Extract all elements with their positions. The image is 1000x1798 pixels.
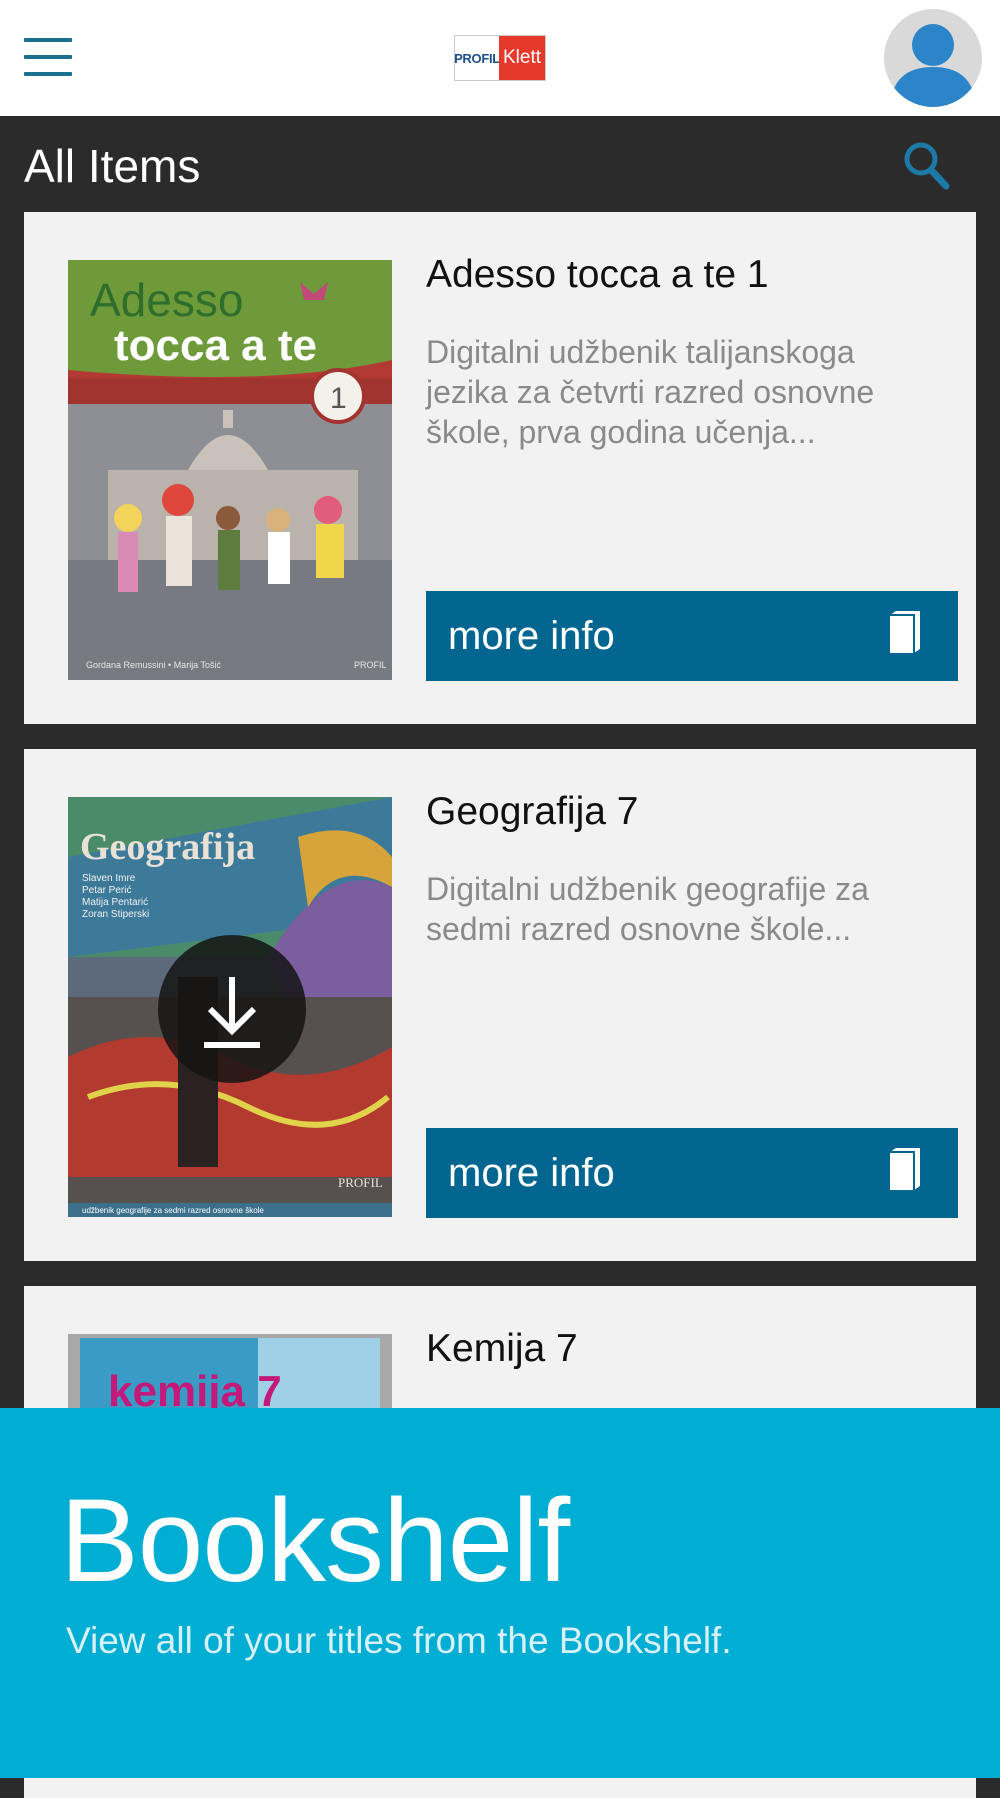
book-cover-image[interactable]: Adesso tocca a te 1 Gordana Remussini • … xyxy=(68,260,392,680)
top-app-bar: PROFIL Klett xyxy=(0,0,1000,116)
cover-title-line2: tocca a te xyxy=(114,321,317,370)
list-item[interactable]: Adesso tocca a te 1 Gordana Remussini • … xyxy=(24,212,976,724)
book-icon xyxy=(886,1148,920,1192)
cover-publisher: PROFIL xyxy=(338,1175,383,1190)
logo-profil-text: PROFIL xyxy=(454,36,500,80)
more-info-label: more info xyxy=(448,1151,615,1195)
hamburger-icon[interactable] xyxy=(24,38,72,76)
cover-title-line1: Adesso xyxy=(90,274,243,326)
item-description: Digitalni udžbenik talijanskoga jezika z… xyxy=(426,334,875,450)
bookshelf-banner[interactable]: Bookshelf View all of your titles from t… xyxy=(0,1408,1000,1778)
search-icon[interactable] xyxy=(902,140,950,190)
cover-author-1: Slaven Imre xyxy=(82,873,136,884)
more-info-button[interactable]: more info xyxy=(426,1128,958,1218)
banner-title: Bookshelf xyxy=(60,1475,570,1607)
page-header: All Items xyxy=(0,116,1000,212)
item-title: Adesso tocca a te 1 xyxy=(426,253,769,296)
list-item[interactable]: Geografija Slaven Imre Petar Perić Matij… xyxy=(24,749,976,1261)
cover-author-3: Matija Pentarić xyxy=(82,897,148,908)
item-title: Geografija 7 xyxy=(426,790,639,833)
cover-footer: udžbenik geografije za sedmi razred osno… xyxy=(82,1206,264,1215)
banner-subtitle: View all of your titles from the Bookshe… xyxy=(66,1620,732,1661)
more-info-button[interactable]: more info xyxy=(426,591,958,681)
book-icon xyxy=(886,611,920,655)
more-info-label: more info xyxy=(448,614,615,658)
cover-number: 1 xyxy=(330,382,347,415)
cover-publisher: PROFIL xyxy=(354,660,387,670)
logo-klett-text: Klett xyxy=(499,36,545,80)
cover-authors: Gordana Remussini • Marija Tošić xyxy=(86,660,222,670)
cover-title: Geografija xyxy=(80,826,255,868)
cover-author-4: Zoran Stiperski xyxy=(82,909,149,920)
item-title: Kemija 7 xyxy=(426,1327,578,1370)
page-title: All Items xyxy=(24,140,201,192)
cover-author-2: Petar Perić xyxy=(82,885,131,896)
download-icon[interactable] xyxy=(158,935,306,1083)
user-avatar-icon[interactable] xyxy=(884,9,982,107)
profil-klett-logo: PROFIL Klett xyxy=(454,35,546,81)
item-description: Digitalni udžbenik geografije za sedmi r… xyxy=(426,871,869,947)
